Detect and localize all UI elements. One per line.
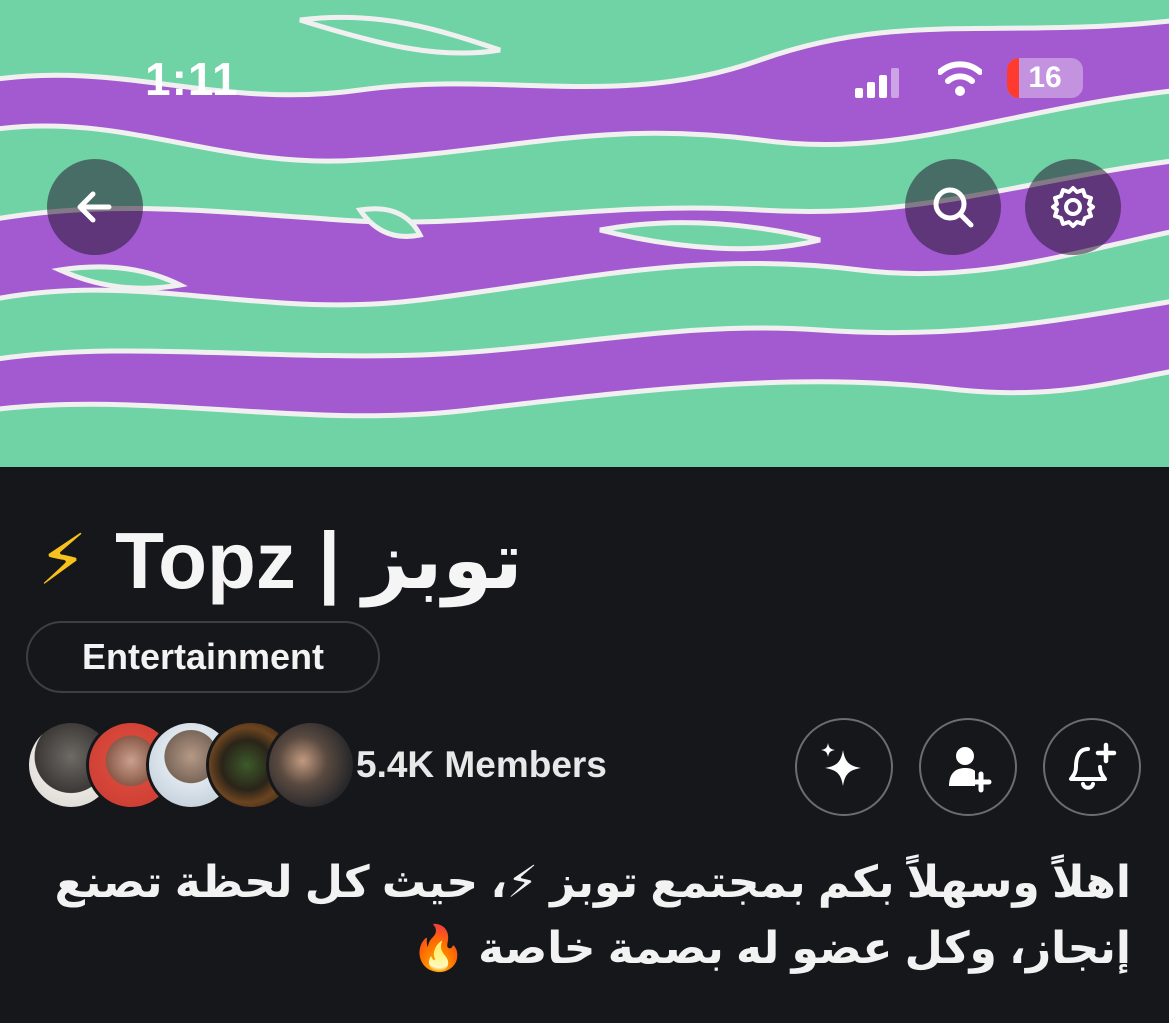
community-banner: 1:11 16 [0,0,1169,467]
add-user-icon [949,747,992,793]
arrow-left-icon [77,191,112,223]
cellular-signal-icon [855,68,899,98]
member-count[interactable]: 5.4K Members [356,744,607,786]
battery-indicator: 16 [1007,58,1083,98]
community-title: توبز | Topz [115,515,523,605]
category-chip[interactable]: Entertainment [26,621,380,693]
description-line: اهلاً وسهلاً بكم بمجتمع توبز ⚡، حيث كل ل… [54,858,1131,907]
notifications-button[interactable] [1043,718,1141,816]
bell-plus-icon [1069,742,1117,790]
back-button[interactable] [47,159,143,255]
description-line: إنجاز، وكل عضو له بصمة خاصة 🔥 [411,924,1131,973]
ai-summary-button[interactable] [795,718,893,816]
search-button[interactable] [905,159,1001,255]
community-description: اهلاً وسهلاً بكم بمجتمع توبز ⚡، حيث كل ل… [31,850,1131,982]
settings-button[interactable] [1025,159,1121,255]
avatar [266,720,356,810]
battery-percent: 16 [1028,61,1062,94]
sparkles-icon [821,743,861,786]
search-icon [933,187,974,228]
gear-icon [1051,186,1095,228]
status-time: 1:11 [145,53,239,105]
lightning-emoji: ⚡ [38,521,88,599]
status-bar: 1:11 16 [0,0,1169,150]
wifi-icon [938,61,982,96]
invite-button[interactable] [919,718,1017,816]
community-title-row: ⚡ توبز | Topz [38,510,523,610]
